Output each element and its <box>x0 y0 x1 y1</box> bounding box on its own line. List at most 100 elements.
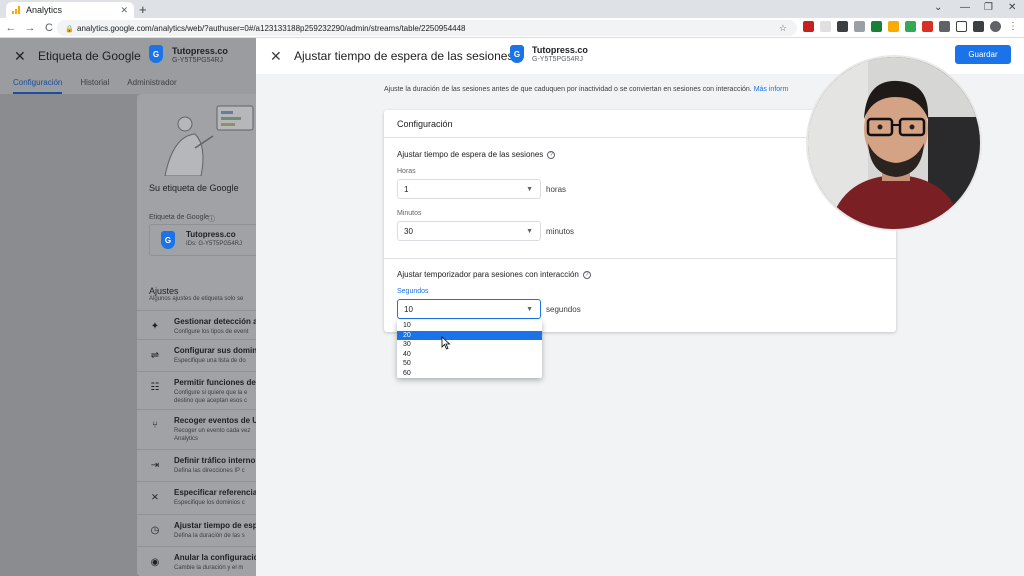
extension-icon[interactable] <box>871 21 882 32</box>
dropdown-arrow-icon: ▼ <box>526 306 533 313</box>
background-page-header: ✕ Etiqueta de Google G Tutopress.co G-Y5… <box>0 38 256 94</box>
help-icon[interactable]: ? <box>547 150 556 159</box>
tag-card-label: Etiqueta de Google <box>149 214 209 221</box>
section-divider <box>384 258 896 259</box>
address-bar-url: analytics.google.com/analytics/web/?auth… <box>77 23 466 33</box>
menu-kebab-icon[interactable]: ⋮ <box>1008 21 1019 32</box>
settings-row[interactable]: ☷ Permitir funciones de d Configure si q… <box>137 371 256 409</box>
login-icon: ⇥ <box>150 460 160 471</box>
settings-row[interactable]: ◉ Anular la configuración Cambie la dura… <box>137 546 256 576</box>
background-tabs: Configuración Historial Administrador <box>0 78 182 94</box>
panel-title: Ajustar tiempo de espera de las sesiones <box>294 49 514 63</box>
tag-card-id: IDs: G-Y5T5PG54RJ <box>186 241 243 247</box>
settings-row-title: Anular la configuración <box>174 553 256 562</box>
reload-button[interactable]: C <box>41 22 57 34</box>
seconds-unit: segundos <box>546 305 581 314</box>
tab-administrador[interactable]: Administrador <box>127 78 176 94</box>
maximize-button[interactable]: ❐ <box>984 2 993 13</box>
cookie-icon: ◉ <box>150 557 160 568</box>
help-icon[interactable]: ⓘ <box>208 214 215 224</box>
panel-tag-name: Tutopress.co <box>532 45 588 55</box>
settings-row[interactable]: ⇥ Definir tráfico interno Defina las dir… <box>137 449 256 483</box>
timeout-section-label: Ajustar tiempo de espera de las sesiones <box>397 150 544 159</box>
download-icon[interactable] <box>973 21 984 32</box>
settings-row-desc: Especifique una lista de do <box>174 358 246 364</box>
window-close-button[interactable]: ✕ <box>1008 2 1016 13</box>
lock-icon: 🔒 <box>65 25 74 33</box>
seconds-label: Segundos <box>397 288 429 295</box>
close-icon[interactable]: ✕ <box>14 48 26 65</box>
minutes-label: Minutos <box>397 210 422 217</box>
filter-x-icon: ⨯ <box>150 492 160 503</box>
close-icon[interactable]: ✕ <box>120 5 128 16</box>
clock-icon: ◷ <box>150 525 160 536</box>
data-features-icon: ☷ <box>150 382 160 393</box>
settings-row-title: Definir tráfico interno <box>174 456 256 465</box>
save-button[interactable]: Guardar <box>955 45 1011 64</box>
settings-row-desc: Configure los tipos de event <box>174 329 249 335</box>
settings-row-title: Especificar referencias <box>174 488 256 497</box>
extension-icon[interactable] <box>820 21 831 32</box>
google-tag-icon: G <box>161 231 175 249</box>
background-page: ✕ Etiqueta de Google G Tutopress.co G-Y5… <box>0 38 256 576</box>
settings-row-desc: Defina las direcciones IP c <box>174 468 245 474</box>
address-bar[interactable]: 🔒 analytics.google.com/analytics/web/?au… <box>57 20 797 36</box>
tag-name: Tutopress.co <box>172 46 228 56</box>
extension-icon[interactable] <box>854 21 865 32</box>
new-tab-button[interactable]: + <box>139 2 147 17</box>
profile-avatar[interactable] <box>990 21 1001 32</box>
dropdown-option[interactable]: 60 <box>397 369 542 379</box>
help-icon[interactable]: ? <box>582 270 591 279</box>
intro-text: Ajuste la duración de las sesiones antes… <box>384 86 788 93</box>
extension-icon[interactable] <box>922 21 933 32</box>
tab-search-button[interactable]: ⌄ <box>934 2 942 13</box>
dropdown-option-highlighted[interactable]: 20 <box>397 330 542 340</box>
back-button[interactable]: ← <box>3 22 19 34</box>
extension-icon[interactable] <box>888 21 899 32</box>
settings-subtitle: Algunos ajustes de etiqueta solo se <box>149 296 244 302</box>
settings-row-desc: Defina la duración de las s <box>174 533 245 539</box>
seconds-dropdown-list: 10 20 30 40 50 60 <box>397 320 542 378</box>
extensions-puzzle-icon[interactable] <box>939 21 950 32</box>
more-info-link[interactable]: Más inform <box>754 86 789 93</box>
dropdown-option[interactable]: 10 <box>397 321 542 331</box>
browser-tab-analytics[interactable]: Analytics ✕ <box>6 2 134 18</box>
settings-row[interactable]: ⇌ Configurar sus dominio Especifique una… <box>137 339 256 373</box>
tag-card-title: Su etiqueta de Google <box>149 183 239 193</box>
side-panel-icon[interactable] <box>956 21 967 32</box>
timeout-section-title: Ajustar tiempo de espera de las sesiones… <box>397 150 556 159</box>
settings-row-desc: Recoger un evento cada vez Analytics <box>174 428 251 442</box>
forward-button[interactable]: → <box>22 22 38 34</box>
engaged-section-label: Ajustar temporizador para sesiones con i… <box>397 270 579 279</box>
hours-value: 1 <box>404 185 409 194</box>
tab-configuracion[interactable]: Configuración <box>13 78 63 94</box>
settings-row-title: Ajustar tiempo de espe <box>174 521 256 530</box>
sparkle-icon: ✦ <box>150 321 160 332</box>
browser-toolbar: ← → C 🔒 analytics.google.com/analytics/w… <box>0 18 1024 38</box>
minimize-button[interactable]: — <box>960 2 970 13</box>
settings-row-desc: Configure si quiere que la e destino que… <box>174 390 248 404</box>
dropdown-option[interactable]: 50 <box>397 359 542 369</box>
minutes-unit: minutos <box>546 227 575 236</box>
settings-row[interactable]: ⨯ Especificar referencias Especifique lo… <box>137 481 256 515</box>
minutes-select[interactable]: 30 ▼ <box>397 221 541 241</box>
bookmark-star-icon[interactable]: ☆ <box>779 23 787 34</box>
dropdown-option[interactable]: 30 <box>397 340 542 350</box>
seconds-value: 10 <box>404 305 413 314</box>
dropdown-option[interactable]: 40 <box>397 350 542 360</box>
settings-row[interactable]: ◷ Ajustar tiempo de espe Defina la durac… <box>137 514 256 548</box>
panel-tag-id: G-Y5T5PG54RJ <box>532 56 583 63</box>
seconds-select[interactable]: 10 ▼ <box>397 299 541 319</box>
extension-icon[interactable] <box>803 21 814 32</box>
extension-icon[interactable] <box>837 21 848 32</box>
hours-select[interactable]: 1 ▼ <box>397 179 541 199</box>
dropdown-arrow-icon: ▼ <box>526 228 533 235</box>
settings-row-title: Recoger eventos de Uni <box>174 416 256 425</box>
mouse-cursor-icon <box>441 336 451 350</box>
close-panel-icon[interactable]: ✕ <box>270 48 282 65</box>
settings-row[interactable]: ⑂ Recoger eventos de Uni Recoger un even… <box>137 409 256 449</box>
extension-icon[interactable] <box>905 21 916 32</box>
settings-row-desc: Especifique los dominios c <box>174 500 245 506</box>
tab-historial[interactable]: Historial <box>80 78 109 94</box>
settings-row-title: Permitir funciones de d <box>174 378 256 387</box>
